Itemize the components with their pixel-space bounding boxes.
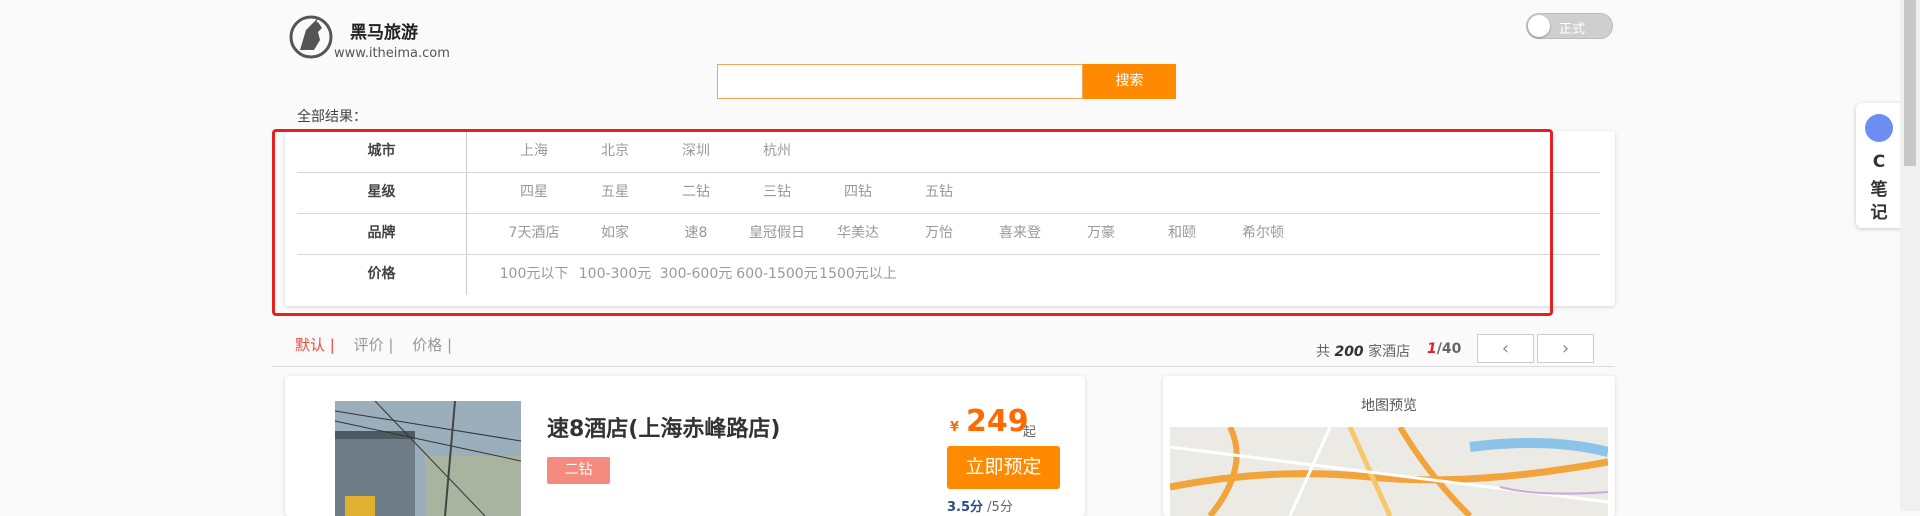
price-suffix: 起 bbox=[1023, 425, 1037, 440]
chevron-left-icon: ‹ bbox=[1501, 338, 1510, 359]
chevron-right-icon: › bbox=[1561, 338, 1570, 359]
search-button[interactable]: 搜索 bbox=[1083, 64, 1176, 99]
hotel-rating: 3.5分 /5分 bbox=[947, 496, 1013, 515]
hotel-price: 249 bbox=[966, 404, 1029, 439]
page-scrollbar[interactable] bbox=[1900, 0, 1920, 511]
map-title: 地图预览 bbox=[1361, 398, 1417, 414]
note-widget-line: 记 bbox=[1870, 203, 1888, 223]
filter-category-label: 星级 bbox=[297, 172, 467, 213]
filter-row-brand: 品牌 7天酒店 如家 速8 皇冠假日 华美达 万怡 喜来登 万豪 和颐 希尔顿 bbox=[297, 213, 1600, 255]
note-widget-line: C bbox=[1872, 152, 1886, 172]
scrollbar-thumb[interactable] bbox=[1904, 0, 1916, 166]
filter-option[interactable]: 希尔顿 bbox=[1213, 213, 1313, 254]
map-preview[interactable] bbox=[1170, 427, 1608, 516]
hotel-image[interactable] bbox=[335, 401, 521, 516]
filter-option[interactable]: 杭州 bbox=[727, 131, 827, 172]
price-currency: ¥ bbox=[950, 420, 960, 435]
current-page: 1 bbox=[1427, 341, 1437, 357]
horse-logo-icon bbox=[288, 14, 334, 60]
mode-toggle-label: 正式 bbox=[1559, 22, 1586, 37]
filter-row-city: 城市 上海 北京 深圳 杭州 bbox=[297, 131, 1600, 173]
filter-option[interactable]: 五钻 bbox=[889, 172, 989, 213]
page-indicator: 1/40 bbox=[1427, 341, 1461, 357]
divider bbox=[272, 366, 1615, 367]
filter-row-price: 价格 100元以下 100-300元 300-600元 600-1500元 15… bbox=[297, 254, 1600, 295]
hotel-name[interactable]: 速8酒店(上海赤峰路店) bbox=[547, 411, 780, 443]
rating-score: 3.5分 bbox=[947, 500, 984, 515]
star-badge: 二钻 bbox=[547, 457, 610, 484]
total-pages: /40 bbox=[1436, 341, 1462, 357]
filter-option[interactable]: 1500元以上 bbox=[808, 254, 908, 295]
site-url: www.itheima.com bbox=[334, 46, 450, 61]
count-prefix: 共 bbox=[1316, 344, 1330, 360]
sort-bar: 默认 | 评价 | 价格 | bbox=[295, 334, 466, 355]
sort-default[interactable]: 默认 | bbox=[295, 336, 335, 354]
hotel-card: 速8酒店(上海赤峰路店) 二钻 ¥ 249 起 立即预定 3.5分 /5分 bbox=[285, 376, 1085, 516]
mode-toggle[interactable]: 正式 bbox=[1526, 13, 1613, 39]
sort-price[interactable]: 价格 | bbox=[412, 336, 452, 354]
count-value: 200 bbox=[1334, 344, 1364, 360]
results-label: 全部结果： bbox=[297, 109, 367, 125]
search-input[interactable] bbox=[717, 64, 1083, 99]
filter-category-label: 价格 bbox=[297, 254, 467, 295]
note-widget-line: 笔 bbox=[1870, 180, 1888, 200]
note-widget[interactable]: C 笔 记 bbox=[1856, 103, 1902, 228]
rating-max: /5分 bbox=[987, 500, 1013, 515]
filter-panel: 城市 上海 北京 深圳 杭州 星级 四星 五星 二钻 三钻 四钻 五钻 品牌 7… bbox=[285, 131, 1615, 306]
book-now-button[interactable]: 立即预定 bbox=[947, 446, 1060, 489]
count-suffix: 家酒店 bbox=[1368, 344, 1411, 360]
note-icon bbox=[1865, 114, 1893, 142]
toggle-knob bbox=[1528, 15, 1550, 37]
filter-row-star: 星级 四星 五星 二钻 三钻 四钻 五钻 bbox=[297, 172, 1600, 214]
sort-rating[interactable]: 评价 | bbox=[354, 336, 394, 354]
filter-category-label: 城市 bbox=[297, 131, 467, 172]
next-page-button[interactable]: › bbox=[1537, 334, 1594, 363]
site-name: 黑马旅游 bbox=[350, 23, 418, 43]
map-card: 地图预览 bbox=[1163, 376, 1615, 516]
hotel-count: 共 200 家酒店 bbox=[1316, 341, 1410, 361]
prev-page-button[interactable]: ‹ bbox=[1477, 334, 1534, 363]
filter-category-label: 品牌 bbox=[297, 213, 467, 254]
